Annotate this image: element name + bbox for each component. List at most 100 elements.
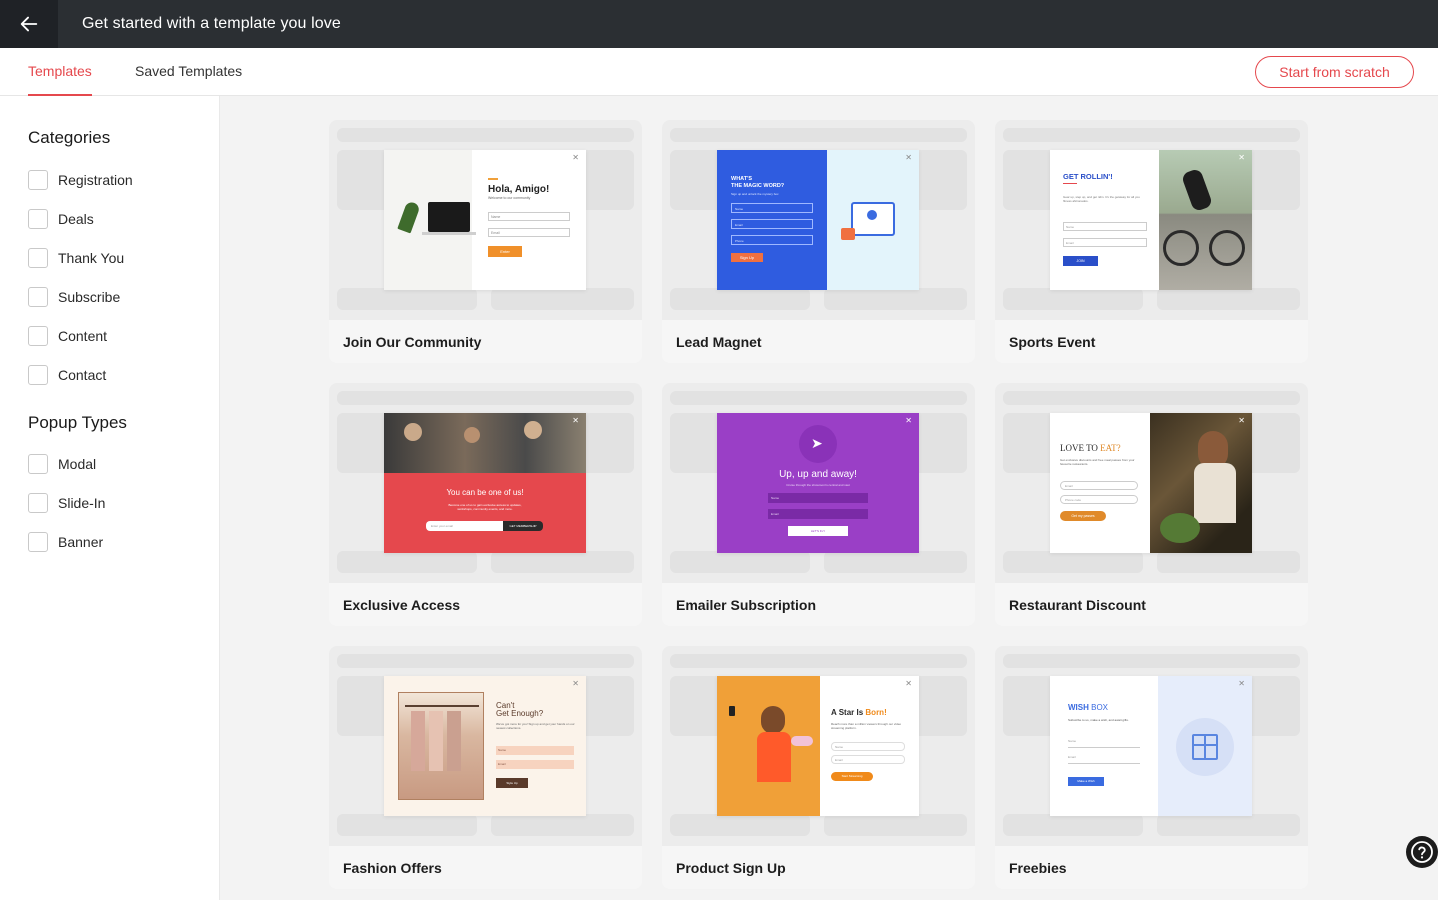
template-thumbnail: ✕ WISH BOX Subscribe to us, make a wish,… — [995, 646, 1308, 846]
tab-saved-templates[interactable]: Saved Templates — [135, 48, 242, 95]
filter-modal[interactable]: Modal — [28, 454, 96, 474]
popup-preview: ✕ Hola, Amigo! Welcome to our community … — [384, 150, 586, 290]
filter-label: Subscribe — [58, 289, 121, 305]
filter-thank-you[interactable]: Thank You — [28, 248, 124, 268]
preview-button: GET MEMBERSHIP — [503, 521, 543, 531]
preview-heading: WHAT'S THE MAGIC WORD? — [731, 176, 785, 189]
filter-deals[interactable]: Deals — [28, 209, 94, 229]
preview-field: Email — [488, 228, 570, 237]
page-title: Get started with a template you love — [82, 15, 341, 32]
template-name: Exclusive Access — [343, 597, 461, 613]
checkbox[interactable] — [28, 454, 48, 474]
filter-contact[interactable]: Contact — [28, 365, 106, 385]
checkbox[interactable] — [28, 209, 48, 229]
popup-preview: ✕ GET ROLLIN'! Gear up, step up, and get… — [1050, 150, 1252, 290]
preview-field: Enter your email — [426, 521, 504, 531]
template-card[interactable]: ✕ GET ROLLIN'! Gear up, step up, and get… — [995, 120, 1308, 363]
filter-banner[interactable]: Banner — [28, 532, 103, 552]
popup-preview: ✕ LOVE TO EAT? Get exclusive discounts a… — [1050, 413, 1252, 553]
template-thumbnail: ✕ WHAT'S THE MAGIC WORD? Sign up and unl… — [662, 120, 975, 320]
checkbox[interactable] — [28, 532, 48, 552]
template-card[interactable]: ✕ Can't Get Enough? We've got more for y… — [329, 646, 642, 889]
close-icon: ✕ — [905, 153, 912, 162]
close-icon: ✕ — [1238, 416, 1245, 425]
template-name: Restaurant Discount — [1009, 597, 1146, 613]
top-bar: Get started with a template you love — [0, 0, 1438, 48]
template-thumbnail: ✕ ➤ Up, up and away! Cruise through the … — [662, 383, 975, 583]
start-from-scratch-button[interactable]: Start from scratch — [1255, 56, 1414, 88]
preview-heading: A Star Is — [831, 708, 864, 717]
checkbox[interactable] — [28, 326, 48, 346]
tabs-bar: Templates Saved Templates Start from scr… — [0, 48, 1438, 96]
checkbox[interactable] — [28, 170, 48, 190]
preview-field: Name — [496, 746, 574, 755]
close-icon: ✕ — [1238, 153, 1245, 162]
close-icon: ✕ — [572, 153, 579, 162]
preview-field: Email — [1063, 238, 1147, 247]
filter-label: Deals — [58, 211, 94, 227]
template-name: Product Sign Up — [676, 860, 786, 876]
template-card[interactable]: ✕ Hola, Amigo! Welcome to our community … — [329, 120, 642, 363]
filter-sidebar: Categories Registration Deals Thank You … — [0, 96, 220, 900]
checkbox[interactable] — [28, 287, 48, 307]
template-card[interactable]: ✕ WISH BOX Subscribe to us, make a wish,… — [995, 646, 1308, 889]
preview-button: LET'S FLY — [788, 526, 848, 536]
preview-heading: You can be one of us! — [446, 488, 524, 497]
preview-button: Style Up — [496, 778, 528, 788]
filter-content[interactable]: Content — [28, 326, 107, 346]
close-icon: ✕ — [905, 416, 912, 425]
filter-registration[interactable]: Registration — [28, 170, 133, 190]
filter-subscribe[interactable]: Subscribe — [28, 287, 120, 307]
back-button[interactable] — [0, 0, 58, 48]
preview-field: Email — [831, 755, 905, 764]
preview-field: Email — [731, 219, 813, 229]
template-thumbnail: ✕ Hola, Amigo! Welcome to our community … — [329, 120, 642, 320]
filter-label: Modal — [58, 456, 97, 472]
question-circle-icon — [1411, 841, 1433, 863]
template-name: Lead Magnet — [676, 334, 762, 350]
preview-heading: GET ROLLIN'! — [1063, 172, 1113, 181]
filter-label: Contact — [58, 367, 107, 383]
checkbox[interactable] — [28, 365, 48, 385]
filter-label: Registration — [58, 172, 133, 188]
template-thumbnail: ✕ A Star Is Born! Reach more than a mill… — [662, 646, 975, 846]
template-card[interactable]: ✕ WHAT'S THE MAGIC WORD? Sign up and unl… — [662, 120, 975, 363]
preview-subtext: Sign up and unlock the mystery box — [731, 192, 779, 196]
popup-preview: ✕ WHAT'S THE MAGIC WORD? Sign up and unl… — [717, 150, 919, 290]
template-thumbnail: ✕ Can't Get Enough? We've got more for y… — [329, 646, 642, 846]
preview-field: Name — [488, 212, 570, 221]
preview-subtext: Subscribe to us, make a wish, and await … — [1068, 718, 1129, 722]
popup-preview: ✕ A Star Is Born! Reach more than a mill… — [717, 676, 919, 816]
preview-field: Phone — [731, 235, 813, 245]
template-name: Freebies — [1009, 860, 1067, 876]
popup-preview: ✕ WISH BOX Subscribe to us, make a wish,… — [1050, 676, 1252, 816]
template-card[interactable]: ✕ ➤ Up, up and away! Cruise through the … — [662, 383, 975, 626]
preview-button: Enter — [488, 246, 522, 257]
popup-preview: ✕ Can't Get Enough? We've got more for y… — [384, 676, 586, 816]
template-card[interactable]: ✕ You can be one of us! Become one of us… — [329, 383, 642, 626]
preview-field: Email — [1060, 481, 1138, 490]
close-icon: ✕ — [572, 679, 579, 688]
arrow-left-icon — [20, 16, 38, 32]
template-name: Fashion Offers — [343, 860, 442, 876]
template-card[interactable]: ✕ A Star Is Born! Reach more than a mill… — [662, 646, 975, 889]
template-thumbnail: ✕ GET ROLLIN'! Gear up, step up, and get… — [995, 120, 1308, 320]
categories-heading: Categories — [28, 128, 111, 147]
paper-plane-icon: ➤ — [811, 435, 823, 451]
preview-field: Name — [1068, 739, 1140, 748]
template-card[interactable]: ✕ LOVE TO EAT? Get exclusive discounts a… — [995, 383, 1308, 626]
help-button[interactable] — [1406, 836, 1438, 868]
filter-label: Banner — [58, 534, 104, 550]
popup-types-heading: Popup Types — [28, 413, 127, 432]
checkbox[interactable] — [28, 493, 48, 513]
filter-slide-in[interactable]: Slide-In — [28, 493, 105, 513]
filter-label: Content — [58, 328, 108, 344]
preview-field: Name — [831, 742, 905, 751]
preview-subtext: Become one of us to gain exclusive acces… — [448, 503, 522, 511]
popup-preview: ✕ You can be one of us! Become one of us… — [384, 413, 586, 553]
tab-templates[interactable]: Templates — [28, 48, 92, 96]
preview-field: Name — [731, 203, 813, 213]
preview-subtext: Cruise through the showroom's central an… — [786, 483, 850, 487]
checkbox[interactable] — [28, 248, 48, 268]
preview-heading-accent: EAT? — [1100, 443, 1121, 453]
